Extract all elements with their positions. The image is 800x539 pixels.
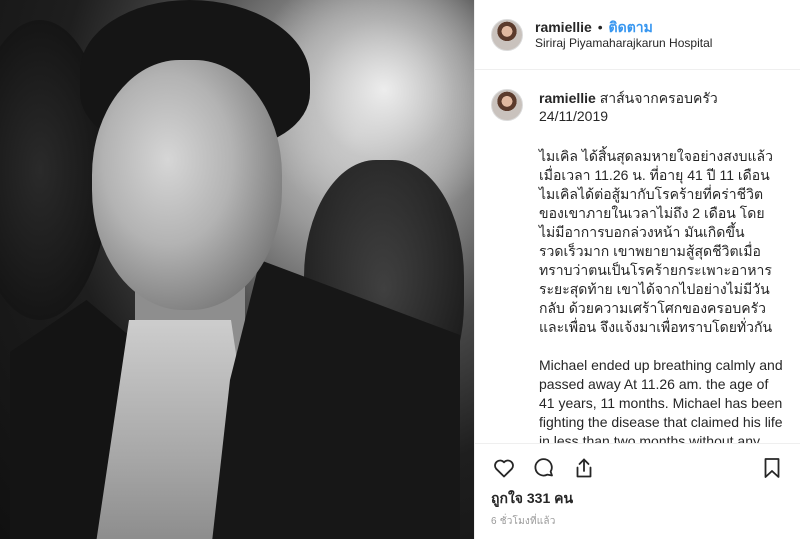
caption-english-text: Michael ended up breathing calmly and pa…	[539, 357, 783, 443]
avatar[interactable]	[491, 18, 523, 51]
post-header: ramiellie • ติดตาม Siriraj Piyamaharajka…	[475, 0, 800, 70]
caption-header: ramiellie สาส์นจากครอบครัว 24/11/2019	[491, 89, 785, 125]
likes-count[interactable]: ถูกใจ 331 คน	[491, 488, 573, 510]
post-photo[interactable]	[0, 0, 474, 539]
avatar[interactable]	[491, 89, 523, 121]
location-link[interactable]: Siriraj Piyamaharajkarun Hospital	[535, 35, 712, 51]
photo-face	[92, 60, 282, 310]
username-link[interactable]: ramiellie	[535, 19, 592, 35]
caption-body: ไมเคิล ได้สิ้นสุดลมหายใจอย่างสงบแล้ว เมื…	[539, 147, 785, 443]
heart-icon[interactable]	[491, 455, 517, 481]
follow-button[interactable]: ติดตาม	[609, 19, 653, 35]
action-bar	[475, 443, 800, 491]
header-row: ramiellie • ติดตาม	[535, 19, 712, 35]
post-side-panel: ramiellie • ติดตาม Siriraj Piyamaharajka…	[474, 0, 800, 539]
comments-area[interactable]: ramiellie สาส์นจากครอบครัว 24/11/2019 ไม…	[475, 71, 800, 443]
separator-dot: •	[597, 18, 603, 35]
header-text: ramiellie • ติดตาม Siriraj Piyamaharajka…	[535, 19, 712, 51]
bookmark-icon[interactable]	[759, 455, 785, 481]
caption-date: 24/11/2019	[539, 108, 609, 124]
instagram-post: ramiellie • ติดตาม Siriraj Piyamaharajka…	[0, 0, 800, 539]
caption-meta: ramiellie สาส์นจากครอบครัว 24/11/2019	[539, 89, 718, 125]
share-icon[interactable]	[571, 455, 597, 481]
caption-thai-text: ไมเคิล ได้สิ้นสุดลมหายใจอย่างสงบแล้ว เมื…	[539, 148, 773, 335]
caption-username[interactable]: ramiellie	[539, 90, 596, 106]
post-timestamp[interactable]: 6 ชั่วโมงที่แล้ว	[491, 514, 556, 529]
comment-icon[interactable]	[531, 455, 557, 481]
caption-title: สาส์นจากครอบครัว	[599, 90, 718, 106]
